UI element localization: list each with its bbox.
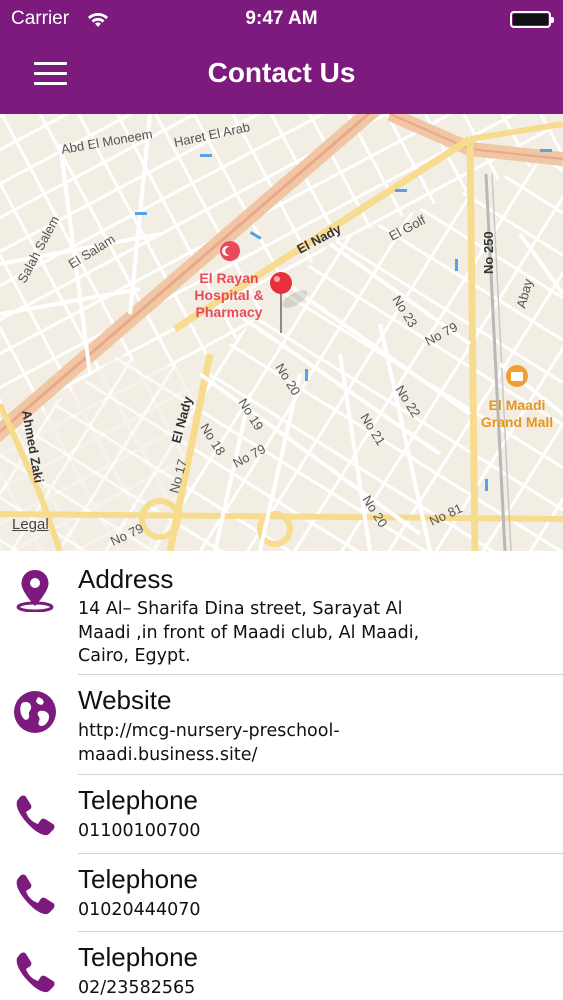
map-view[interactable]: Abd El Moneem Haret El Arab Salah Salem … (0, 114, 563, 551)
contact-label: Telephone (78, 785, 198, 815)
telephone-number[interactable]: 01020444070 (78, 899, 503, 923)
contact-label: Telephone (78, 942, 198, 972)
location-pin-icon (16, 570, 54, 612)
telephone-number[interactable]: 02/23582565 (78, 977, 503, 1000)
contact-label: Address (78, 564, 174, 594)
contact-value[interactable]: 14 Al– Sharifa Dina street, Sarayat Al M… (78, 598, 503, 669)
map-pin-icon (270, 272, 292, 294)
address-line-3: Cairo, Egypt. (78, 646, 191, 666)
status-time: 9:47 AM (245, 8, 318, 29)
app-header: Carrier 9:47 AM Contact Us (0, 0, 563, 114)
website-line-2: maadi.business.site/ (78, 744, 258, 765)
address-line-1: 14 Al– Sharifa Dina street, Sarayat Al (78, 599, 403, 619)
telephone-number[interactable]: 01100100700 (78, 820, 503, 844)
contact-label: Website (78, 685, 172, 715)
contact-label: Telephone (78, 864, 198, 894)
hospital-label-2: Hospital & (194, 287, 263, 303)
website-line-1: http://mcg-nursery-preschool- (78, 721, 340, 741)
map-label-no-250: No 250 (481, 231, 496, 274)
phone-icon (16, 952, 55, 993)
contact-row-telephone-3[interactable]: Telephone 02/23582565 (0, 932, 563, 1000)
status-bar: Carrier 9:47 AM (0, 0, 563, 40)
battery-icon (510, 11, 554, 28)
map-legal-link[interactable]: Legal (12, 516, 49, 533)
hospital-label-1: El Rayan (199, 270, 258, 286)
globe-icon (14, 691, 56, 733)
mall-label-2: Grand Mall (481, 414, 553, 430)
contact-row-telephone-1[interactable]: Telephone 01100100700 (0, 775, 563, 854)
phone-icon (16, 874, 55, 915)
address-line-2: Maadi ,in front of Maadi club, Al Maadi, (78, 622, 420, 643)
contact-row-website[interactable]: Website http://mcg-nursery-preschool- ma… (0, 675, 563, 775)
mall-label-1: El Maadi (489, 397, 546, 413)
map-canvas[interactable]: Abd El Moneem Haret El Arab Salah Salem … (0, 114, 563, 551)
contact-row-address[interactable]: Address 14 Al– Sharifa Dina street, Sara… (0, 552, 563, 675)
page-title: Contact Us (207, 57, 356, 88)
contact-value[interactable]: http://mcg-nursery-preschool- maadi.busi… (78, 720, 503, 767)
hospital-label-3: Pharmacy (196, 304, 263, 320)
phone-icon (16, 795, 55, 836)
contact-row-telephone-2[interactable]: Telephone 01020444070 (0, 854, 563, 932)
